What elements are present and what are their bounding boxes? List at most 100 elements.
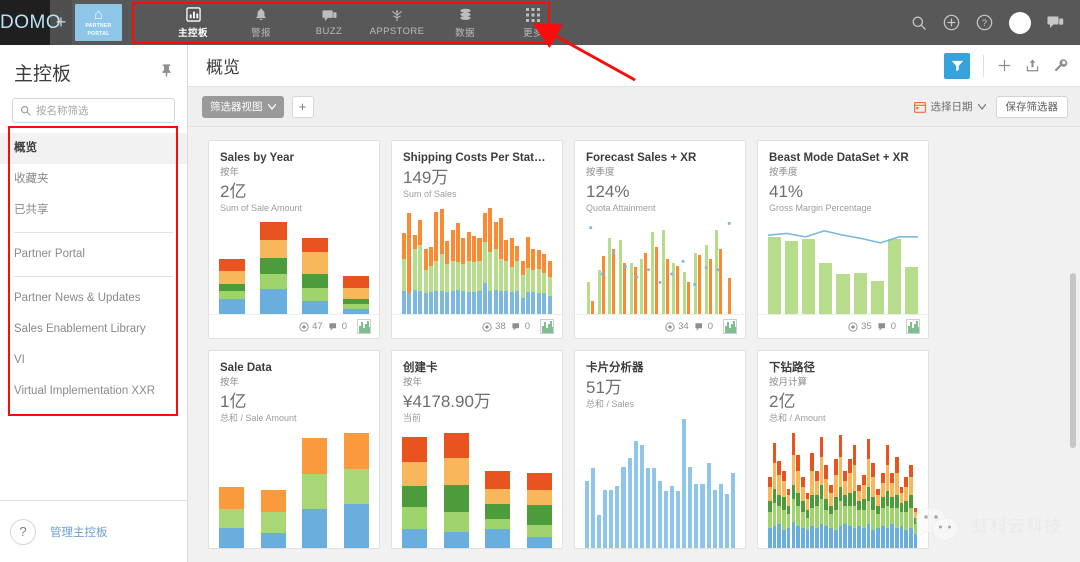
dashboard-card[interactable]: Beast Mode DataSet + XR按季度41%Gross Margi… <box>757 140 929 339</box>
dashboard-card[interactable]: 下钻路径按月计算2亿总和 / Amount <box>757 350 929 549</box>
bar-segment <box>900 493 904 503</box>
pin-icon[interactable] <box>160 63 173 82</box>
card-value: ¥4178.90万 <box>403 391 551 412</box>
filter-view-button[interactable]: 筛选器视图 <box>202 96 284 118</box>
help-icon[interactable]: ? <box>10 519 36 545</box>
scatter-overlay <box>585 218 735 314</box>
domo-logo[interactable]: DOMO <box>0 0 50 45</box>
dashboard-card[interactable]: Sale Data按年1亿总和 / Sale Amount <box>208 350 380 549</box>
sidebar-item-overview[interactable]: 概览 <box>0 133 187 164</box>
nav-items: 主控板 警报 BUZZ APPSTORE <box>159 0 567 45</box>
bar-segment <box>445 241 449 264</box>
bar-column <box>219 428 244 548</box>
bar-segment <box>792 485 796 499</box>
comment-count: 0 <box>512 321 530 332</box>
bar-column <box>796 428 800 548</box>
bar-column <box>881 428 885 548</box>
bar-segment <box>485 519 510 529</box>
bar-segment <box>402 529 427 548</box>
nav-item-dashboard[interactable]: 主控板 <box>159 0 227 45</box>
dashboard-card[interactable]: Shipping Costs Per State ...149万Sum of S… <box>391 140 563 339</box>
bar-segment <box>834 475 838 497</box>
add-filter-button[interactable]: + <box>292 96 314 118</box>
manage-dashboards-link[interactable]: 管理主控板 <box>50 524 108 540</box>
bar-segment <box>801 501 805 511</box>
nav-item-buzz[interactable]: BUZZ <box>295 0 363 45</box>
scrollbar-thumb[interactable] <box>1070 273 1076 448</box>
nav-item-data[interactable]: 数据 <box>431 0 499 45</box>
chat-bubble-icon[interactable] <box>1047 15 1064 30</box>
help-circle-icon[interactable]: ? <box>976 14 993 31</box>
bar-segment <box>876 495 880 505</box>
sidebar-item-partner-portal[interactable]: Partner Portal <box>0 239 187 270</box>
card-header: Sales by Year按年2亿Sum of Sale Amount <box>209 141 379 214</box>
dashboard-card[interactable]: 创建卡按年¥4178.90万当前 <box>391 350 563 549</box>
bar-segment <box>806 530 810 548</box>
card-thumbnail[interactable] <box>540 319 554 334</box>
filter-icon[interactable] <box>944 53 970 79</box>
wrench-icon[interactable] <box>1053 58 1068 73</box>
share-icon[interactable] <box>1025 58 1040 73</box>
nav-item-more[interactable]: 更多 <box>499 0 567 45</box>
bar-segment <box>829 493 833 505</box>
bar-column <box>782 428 786 548</box>
bar-segment <box>815 471 819 481</box>
card-thumbnail[interactable] <box>357 319 371 334</box>
add-circle-icon[interactable] <box>943 14 960 31</box>
sidebar-search[interactable] <box>12 98 175 123</box>
sidebar-item-shared[interactable]: 已共享 <box>0 195 187 226</box>
card-subtitle: 按季度 <box>769 167 917 179</box>
bar-segment <box>886 528 890 548</box>
chat-icon <box>322 8 337 24</box>
dashboard-card[interactable]: Forecast Sales + XR按季度124%Quota Attainme… <box>574 140 746 339</box>
sidebar-item-sales-enablement[interactable]: Sales Enablement Library <box>0 314 187 345</box>
chart-canvas <box>219 428 369 548</box>
scrollbar-track[interactable] <box>1072 133 1078 553</box>
bar-column <box>909 428 913 548</box>
save-filter-button[interactable]: 保存筛选器 <box>996 96 1069 118</box>
dashboard-card[interactable]: Sales by Year按年2亿Sum of Sale Amount470 <box>208 140 380 339</box>
bar-column <box>542 204 546 314</box>
add-icon[interactable] <box>997 58 1012 73</box>
bar-column <box>820 428 824 548</box>
sidebar-item-vi[interactable]: VI <box>0 345 187 376</box>
bar <box>664 491 668 548</box>
bar-segment <box>527 490 552 506</box>
bar-segment <box>424 293 428 314</box>
comment-icon <box>512 322 522 332</box>
bar-column <box>261 428 286 548</box>
avatar[interactable] <box>1009 12 1031 34</box>
search-icon[interactable] <box>911 15 927 31</box>
sidebar-item-virtual-implementation[interactable]: Virtual Implementation XXR <box>0 376 187 407</box>
bar-segment <box>483 283 487 314</box>
bar-column <box>867 428 871 548</box>
bar-segment <box>429 247 433 265</box>
nav-item-alerts[interactable]: 警报 <box>227 0 295 45</box>
bar-segment <box>904 477 908 487</box>
partner-portal-tile[interactable]: ⌂ PARTNER PORTAL <box>75 4 122 41</box>
bar-segment <box>909 528 913 548</box>
sidebar-item-partner-news[interactable]: Partner News & Updates <box>0 283 187 314</box>
card-title: 卡片分析器 <box>586 361 734 375</box>
bar-segment <box>796 506 800 526</box>
dashboard-card[interactable]: 卡片分析器51万总和 / Sales <box>574 350 746 549</box>
bar-segment <box>777 524 781 548</box>
bar-segment <box>467 292 471 314</box>
comment-count: 0 <box>695 321 713 332</box>
bar-segment <box>504 291 508 314</box>
bar-segment <box>782 497 786 509</box>
bar-segment <box>792 522 796 548</box>
bar-segment <box>792 455 796 485</box>
search-input[interactable] <box>36 105 167 117</box>
bar-segment <box>881 526 885 548</box>
bar <box>585 481 589 548</box>
bar-segment <box>302 238 328 252</box>
card-thumbnail[interactable] <box>906 319 920 334</box>
sidebar-item-favorites[interactable]: 收藏夹 <box>0 164 187 195</box>
card-thumbnail[interactable] <box>723 319 737 334</box>
eye-icon <box>299 322 309 332</box>
bar-segment <box>782 481 786 497</box>
bar-segment <box>834 510 838 530</box>
nav-item-appstore[interactable]: APPSTORE <box>363 0 431 45</box>
date-picker[interactable]: 选择日期 <box>914 99 986 114</box>
